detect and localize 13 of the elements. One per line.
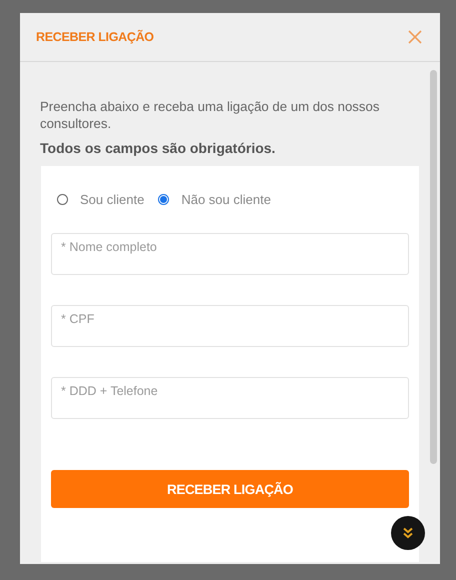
- input-field[interactable]: * DDD + Telefone: [51, 377, 409, 419]
- intro-text: Preencha abaixo e receba uma ligação de um dos nossos consultores.: [40, 98, 380, 132]
- input-field[interactable]: * Nome completo: [51, 233, 409, 275]
- required-notice: Todos os campos são obrigatórios.: [40, 140, 276, 156]
- dialog-title: RECEBER LIGAÇÃO: [36, 30, 154, 44]
- radio-label[interactable]: Não sou cliente: [181, 192, 271, 207]
- submit-button[interactable]: RECEBER LIGAÇÃO: [51, 470, 409, 508]
- scrollbar-thumb[interactable]: [430, 70, 437, 464]
- radio-label[interactable]: Sou cliente: [80, 192, 144, 207]
- radio-button[interactable]: [158, 194, 170, 205]
- input-field[interactable]: * CPF: [51, 305, 409, 347]
- radio-button[interactable]: [57, 194, 68, 205]
- double-chevron-icon: [402, 527, 414, 539]
